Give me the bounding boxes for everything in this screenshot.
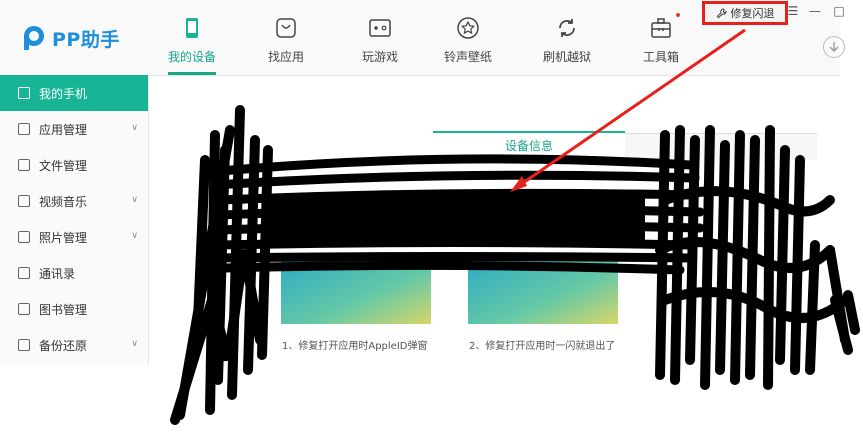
sidebar-item-icon [18,195,30,207]
pp-logo-icon [24,26,44,50]
main-content: 设备信息 1、修复打开应用时AppleID弹窗 2、修复打开应用时一闪就退出了 [149,76,840,365]
nav-label: 我的设备 [167,50,216,64]
download-icon[interactable] [823,36,845,58]
sidebar-item-icon [18,339,30,351]
chevron-down-icon[interactable]: ∨ [131,195,138,205]
phone-icon [186,18,198,38]
blank-area [0,365,863,434]
toolbox-icon [651,18,671,38]
nav-label: 找应用 [267,50,304,64]
nav-games[interactable]: 玩游戏 [332,0,428,75]
sidebar-item-label: 视频音乐 [39,194,88,209]
chevron-down-icon[interactable]: ∨ [131,123,138,133]
menu-button[interactable]: ☰ [786,4,800,18]
nav-toolbox[interactable]: 工具箱 [613,0,709,75]
tip-card-2[interactable] [468,256,618,326]
tip-caption-2[interactable]: 2、修复打开应用时一闪就退出了 [469,337,615,352]
sidebar-item-file-management[interactable]: 文件管理 [0,147,148,183]
sidebar-item-contacts[interactable]: 通讯录 [0,255,148,291]
app-logo: PP助手 [22,24,120,52]
sidebar-item-label: 应用管理 [39,122,88,137]
nav-label: 工具箱 [642,50,679,64]
nav-ringtones-wallpapers[interactable]: 铃声壁纸 [420,0,516,75]
repair-crash-button[interactable]: 修复闪退 [702,1,788,25]
arrow-down-icon [829,42,839,52]
sidebar-item-my-phone[interactable]: 我的手机 [0,75,148,111]
tip-thumbnail [468,256,618,324]
refresh-icon [559,19,575,37]
repair-crash-label: 修复闪退 [730,7,775,20]
nav-flash-jailbreak[interactable]: 刷机越狱 [519,0,615,75]
nav-label: 玩游戏 [361,50,398,64]
sidebar-item-icon [18,123,30,135]
app-store-icon [276,18,296,38]
sidebar-item-label: 备份还原 [39,338,88,353]
sidebar-item-app-management[interactable]: 应用管理 ∨ [0,111,148,147]
sidebar-item-photo-management[interactable]: 照片管理 ∨ [0,219,148,255]
sidebar-item-label: 通讯录 [39,266,76,281]
active-underline [168,72,216,75]
sidebar: 我的手机应用管理 ∨ 文件管理视频音乐 ∨ 照片管理 ∨ 通讯录图书管理备份还原 ∨ [0,75,149,365]
top-toolbar: PP助手 我的设备 找应用 玩游戏 铃声壁纸 刷机越狱 工具箱 修复闪退 ☰ —… [0,0,845,76]
tab-device-info[interactable]: 设备信息 [433,131,625,159]
star-icon [457,17,479,39]
gamepad-icon [369,19,391,37]
sidebar-item-icon [18,87,30,99]
sidebar-item-video-music[interactable]: 视频音乐 ∨ [0,183,148,219]
sidebar-item-label: 图书管理 [39,302,88,317]
chevron-down-icon[interactable]: ∨ [131,339,138,349]
tip-card-1[interactable] [281,256,431,326]
nav-my-device[interactable]: 我的设备 [144,0,240,75]
wrench-icon [716,7,727,18]
sidebar-item-icon [18,159,30,171]
notification-dot [676,13,680,17]
tip-thumbnail [281,256,431,324]
sidebar-item-label: 文件管理 [39,158,88,173]
sidebar-item-icon [18,303,30,315]
sidebar-item-label: 我的手机 [39,86,88,101]
nav-label: 铃声壁纸 [443,50,492,64]
sidebar-item-backup-restore[interactable]: 备份还原 ∨ [0,327,148,363]
nav-label: 刷机越狱 [542,50,591,64]
chevron-down-icon[interactable]: ∨ [131,231,138,241]
sidebar-item-book-management[interactable]: 图书管理 [0,291,148,327]
nav-find-apps[interactable]: 找应用 [238,0,334,75]
app-name: PP助手 [52,28,120,51]
maximize-button[interactable]: □ [832,4,846,18]
sidebar-item-label: 照片管理 [39,230,88,245]
sidebar-item-icon [18,231,30,243]
tip-caption-1[interactable]: 1、修复打开应用时AppleID弹窗 [282,337,427,352]
sidebar-item-icon [18,267,30,279]
minimize-button[interactable]: — [808,4,822,18]
tab-other[interactable] [625,133,817,160]
